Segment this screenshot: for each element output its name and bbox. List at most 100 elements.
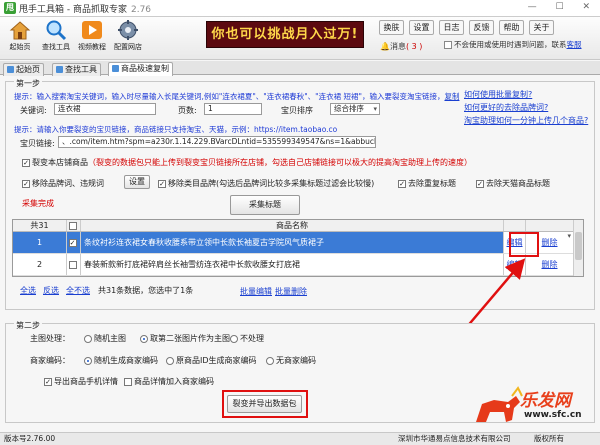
- name-header: 商品名称: [81, 220, 504, 231]
- row-delete-link[interactable]: 删除: [526, 254, 573, 275]
- status-bar: 版本号2.76.00 深圳市华通易点信息技术有限公司 版权所有: [0, 432, 600, 445]
- header-checkbox-cell[interactable]: [67, 220, 81, 231]
- skin-button[interactable]: 换肤: [379, 20, 404, 35]
- table-header: 共31 商品名称: [13, 220, 583, 232]
- pages-input[interactable]: 1: [204, 103, 262, 115]
- row-checkbox[interactable]: ✓: [68, 238, 77, 247]
- fission-shop-option[interactable]: ✓ 裂变本店铺商品（裂变的数据包只能上传到裂变宝贝链接所在店铺，勾选自己店铺链接可…: [22, 157, 472, 168]
- code-original-id-option[interactable]: 原商品ID生成商家编码: [166, 355, 257, 366]
- window-version: 2.76: [130, 5, 152, 15]
- table-row[interactable]: 1 ✓ 条纹衬衫连衣裙女春秋收腰系带立领中长款长袖夏古学院风气质裙子 编辑 删除: [13, 232, 573, 254]
- export-mobile-detail-option[interactable]: ✓ 导出商品手机详情: [44, 376, 118, 387]
- tab-start-page[interactable]: 起始页: [3, 63, 44, 76]
- fission-shop-checkbox[interactable]: ✓: [22, 158, 30, 167]
- code-none-option[interactable]: 无商家编码: [266, 355, 316, 366]
- brand-settings-button[interactable]: 设置: [124, 175, 150, 189]
- code-random-radio[interactable]: [84, 356, 92, 365]
- tab-find-tools[interactable]: 查找工具: [52, 63, 101, 76]
- messages-link[interactable]: 🔔消息( 3 ): [380, 41, 422, 52]
- keyword-input[interactable]: 连衣裙: [54, 103, 156, 115]
- log-button[interactable]: 日志: [439, 20, 464, 35]
- code-original-id-radio[interactable]: [166, 356, 174, 365]
- configure-shop-button[interactable]: 配置网店: [110, 19, 146, 52]
- code-original-id-label: 原商品ID生成商家编码: [176, 356, 257, 365]
- main-image-none-option[interactable]: 不处理: [230, 333, 264, 344]
- dedupe-checkbox[interactable]: ✓: [398, 179, 406, 188]
- promo-banner[interactable]: 你也可以挑战月入过万!: [206, 21, 364, 48]
- collect-status: 采集完成: [22, 199, 54, 208]
- home-toolbar-button[interactable]: 起始页: [2, 19, 38, 52]
- about-button[interactable]: 关于: [529, 20, 554, 35]
- hint-checkbox[interactable]: [444, 41, 452, 49]
- export-mobile-detail-label: 导出商品手机详情: [54, 377, 118, 386]
- customer-service-link[interactable]: 客服: [567, 40, 582, 49]
- table-scrollbar[interactable]: [573, 220, 583, 276]
- bell-icon: 🔔: [380, 42, 390, 51]
- batch-delete-link[interactable]: 批量删除: [275, 286, 307, 297]
- pages-label: 页数:: [178, 106, 197, 115]
- row-product-name: 条纹衬衫连衣裙女春秋收腰系带立领中长款长袖夏古学院风气质裙子: [81, 232, 504, 253]
- row-checkbox-cell[interactable]: ✓: [67, 232, 81, 253]
- code-random-option[interactable]: 随机生成商家编码: [84, 355, 158, 366]
- product-table: 共31 商品名称 1 ✓ 条纹衬衫连衣裙女春秋收腰系带立领中长款长袖夏古学院风气…: [12, 219, 584, 277]
- fission-shop-label: 裂变本店铺商品: [32, 158, 88, 167]
- step2-legend: 第二步: [14, 320, 42, 331]
- copyright-text: 版权所有: [534, 434, 564, 443]
- tab-find-tools-label: 查找工具: [65, 65, 97, 74]
- remove-brand-checkbox[interactable]: ✓: [22, 179, 30, 188]
- remove-brand-words-link[interactable]: 如何更好的去除品牌词?: [464, 102, 548, 113]
- settings-button[interactable]: 设置: [409, 20, 434, 35]
- upload-tutorial-link[interactable]: 淘宝助理如何一分钟上传几个商品?: [464, 115, 588, 126]
- code-none-radio[interactable]: [266, 356, 274, 365]
- remove-category-option[interactable]: ✓ 移除类目品牌(勾选后品牌词比较多采集标题过滤会比较慢): [158, 178, 374, 189]
- code-none-label: 无商家编码: [276, 356, 316, 365]
- video-tutorial-button[interactable]: 视频教程: [74, 19, 110, 52]
- main-image-second-radio[interactable]: [140, 334, 148, 343]
- remove-brand-option[interactable]: ✓ 移除品牌词、违规词: [22, 178, 104, 189]
- row-checkbox[interactable]: [68, 260, 77, 269]
- window-controls[interactable]: — ☐ ✕: [528, 2, 598, 12]
- scrollbar-thumb[interactable]: [575, 232, 582, 260]
- row-index: 1: [13, 232, 67, 253]
- table-row[interactable]: 2 春装新款新打底裙碎肩丝长袖雪纺连衣裙中长款收腰女打底裙 编辑 删除: [13, 254, 573, 276]
- title-bar: 甩 甩手工具箱 - 商品抓取专家 2.76 — ☐ ✕: [0, 0, 600, 17]
- main-image-second-option[interactable]: 取第二张图片作为主图: [140, 333, 230, 344]
- add-code-option[interactable]: 商品详情加入商家编码: [124, 376, 214, 387]
- main-image-random-option[interactable]: 随机主图: [84, 333, 126, 344]
- remove-brand-label: 移除品牌词、违规词: [32, 179, 104, 188]
- watermark-text: 乐发网: [520, 391, 571, 411]
- main-image-second-label: 取第二张图片作为主图: [150, 334, 230, 343]
- item-link-input[interactable]: 、.com/item.htm?spm=a230r.1.14.229.BVarcD…: [58, 136, 376, 148]
- dedupe-option[interactable]: ✓ 去除重复标题: [398, 178, 456, 189]
- remove-category-checkbox[interactable]: ✓: [158, 179, 166, 188]
- collect-titles-button[interactable]: 采集标题: [230, 195, 300, 215]
- copy-link[interactable]: 复制: [444, 92, 459, 101]
- tmall-checkbox[interactable]: ✓: [476, 179, 484, 188]
- add-code-checkbox[interactable]: [124, 377, 132, 386]
- find-tools-button[interactable]: 查找工具: [38, 19, 74, 52]
- company-text: 深圳市华通易点信息技术有限公司: [398, 434, 511, 443]
- header-checkbox[interactable]: [68, 221, 77, 230]
- batch-edit-link[interactable]: 批量编辑: [240, 286, 272, 297]
- row-index: 2: [13, 254, 67, 275]
- invert-selection-link[interactable]: 反选: [43, 285, 59, 296]
- add-code-label: 商品详情加入商家编码: [134, 377, 214, 386]
- feedback-button[interactable]: 反馈: [469, 20, 494, 35]
- select-none-link[interactable]: 全不选: [66, 285, 90, 296]
- select-all-link[interactable]: 全选: [20, 285, 36, 296]
- main-image-none-radio[interactable]: [230, 334, 238, 343]
- remove-category-label: 移除类目品牌(勾选后品牌词比较多采集标题过滤会比较慢): [168, 179, 375, 188]
- main-image-random-radio[interactable]: [84, 334, 92, 343]
- edit-header: [504, 220, 526, 231]
- row-edit-link[interactable]: 编辑: [504, 254, 526, 275]
- export-mobile-detail-checkbox[interactable]: ✓: [44, 377, 52, 386]
- sort-select[interactable]: 综合排序: [330, 103, 380, 115]
- help-button[interactable]: 帮助: [499, 20, 524, 35]
- tmall-option[interactable]: ✓ 去除天猫商品标题: [476, 178, 550, 189]
- merchant-code-label: 商家编码：: [30, 356, 70, 365]
- tab-strip: 起始页 查找工具 商品极速复制: [0, 61, 600, 76]
- tab-product-copy[interactable]: 商品极速复制: [108, 62, 173, 76]
- how-to-batch-copy-link[interactable]: 如何使用批量复制?: [464, 89, 532, 100]
- row-checkbox-cell[interactable]: [67, 254, 81, 275]
- messages-label: 消息: [389, 42, 406, 51]
